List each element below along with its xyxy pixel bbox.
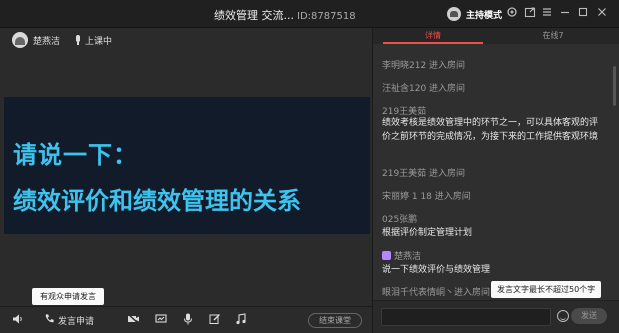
presenter-name: 楚燕洁 bbox=[33, 36, 61, 47]
list-item: 宋丽婷 1 18 进入房间 bbox=[382, 192, 471, 202]
panel-tabs: 详情 在线7 bbox=[373, 28, 619, 44]
scrollbar[interactable] bbox=[613, 66, 616, 106]
tab-online[interactable]: 在线7 bbox=[498, 28, 608, 44]
settings-icon[interactable] bbox=[505, 6, 519, 20]
title-bar: 绩效管理 交流... ID:8787518 主持模式 bbox=[0, 0, 619, 28]
message-sender-host: 楚燕洁 bbox=[382, 249, 421, 262]
speak-request-label: 发言申请 bbox=[58, 317, 95, 327]
edit-icon[interactable] bbox=[209, 313, 221, 327]
message-list[interactable]: 李明晓212 进入房间 汪祉含120 进入房间 219王美茹 绩效考核是绩效管理… bbox=[373, 44, 619, 300]
message-body: 绩效考核是绩效管理中的环节之一，可以具体客观的评价之前环节的完成情况，为接下来的… bbox=[382, 118, 599, 142]
class-status: 上课中 bbox=[85, 36, 113, 47]
message-sender: 025张鹏 bbox=[382, 215, 418, 225]
message-body: 说一下绩效评价与绩效管理 bbox=[382, 265, 491, 275]
speak-request-button[interactable]: 发言申请 bbox=[44, 313, 94, 327]
message-composer: 发送 bbox=[373, 300, 619, 333]
title-text: 绩效管理 交流... bbox=[214, 9, 294, 22]
screen-share-icon[interactable] bbox=[155, 313, 167, 327]
bottom-toolbar: 发言申请 结束课堂 bbox=[0, 306, 372, 333]
close-icon[interactable] bbox=[595, 6, 609, 20]
host-mode-label[interactable]: 主持模式 bbox=[466, 8, 502, 21]
video-area: 请说一下： 绩效评价和绩效管理的关系 bbox=[4, 97, 370, 234]
emoji-icon[interactable] bbox=[557, 310, 569, 322]
phone-icon bbox=[45, 314, 54, 323]
share-icon[interactable] bbox=[523, 6, 537, 20]
maximize-icon[interactable] bbox=[576, 6, 590, 20]
char-limit-tooltip: 发言文字最长不超过50个字 bbox=[491, 281, 602, 298]
host-avatar[interactable] bbox=[447, 7, 461, 21]
microphone-icon bbox=[74, 35, 82, 45]
window-title: 绩效管理 交流... ID:8787518 bbox=[214, 7, 356, 23]
speak-request-tooltip: 有观众申请发言 bbox=[32, 288, 104, 305]
volume-icon[interactable] bbox=[12, 313, 24, 327]
send-button[interactable]: 发送 bbox=[571, 308, 607, 324]
app-window: 绩效管理 交流...ID:8787518 主持模式 楚燕洁 上课中 请说一下： bbox=[0, 0, 619, 333]
music-icon[interactable] bbox=[235, 313, 247, 327]
host-badge-icon bbox=[382, 251, 391, 260]
host-sender-name: 楚燕洁 bbox=[394, 252, 422, 262]
menu-icon[interactable] bbox=[540, 6, 554, 20]
slide-title-line-2: 绩效评价和绩效管理的关系 bbox=[13, 187, 301, 215]
message-body: 根据评价制定管理计划 bbox=[382, 228, 473, 238]
list-item: 眼泪千代表情峒丶进入房间 bbox=[382, 288, 491, 298]
presenter-avatar bbox=[12, 32, 28, 48]
end-class-button[interactable]: 结束课堂 bbox=[308, 313, 362, 328]
minimize-icon[interactable] bbox=[558, 6, 572, 20]
presenter-info: 楚燕洁 上课中 bbox=[12, 32, 112, 48]
room-id: ID:8787518 bbox=[297, 11, 356, 22]
slide-title-line-1: 请说一下： bbox=[13, 141, 138, 169]
list-item: 李明晓212 进入房间 bbox=[382, 61, 466, 71]
list-item: 219王美茹 进入房间 bbox=[382, 169, 466, 179]
microphone-toggle-icon[interactable] bbox=[183, 313, 193, 327]
list-item: 汪祉含120 进入房间 bbox=[382, 84, 466, 94]
camera-off-icon[interactable] bbox=[127, 313, 140, 327]
message-input[interactable] bbox=[381, 308, 551, 326]
